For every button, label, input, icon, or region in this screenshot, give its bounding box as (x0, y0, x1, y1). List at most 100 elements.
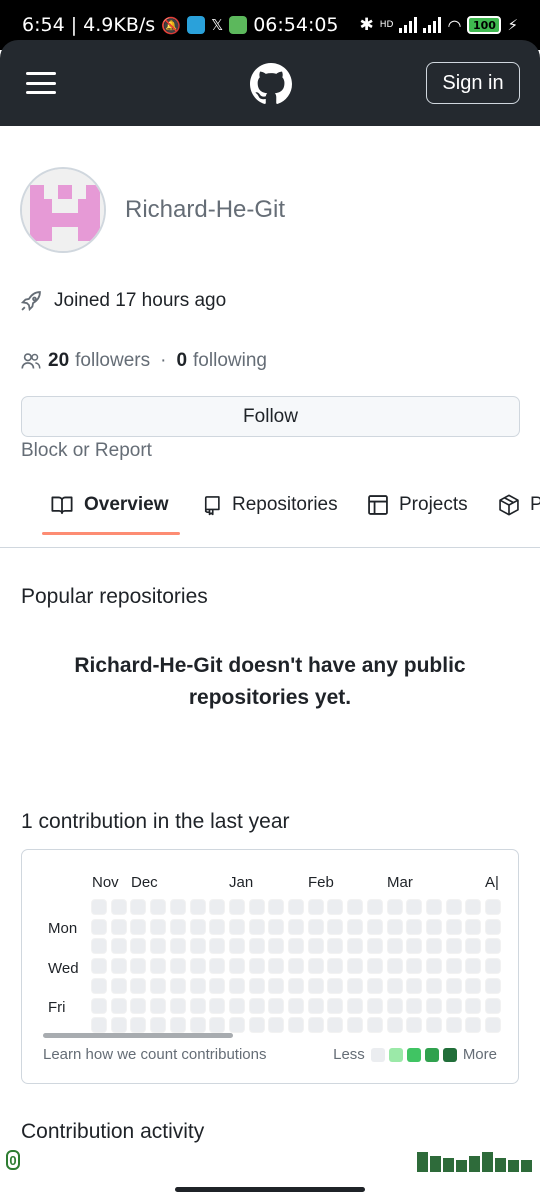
contribution-cell (288, 958, 304, 975)
following-count[interactable]: 0 (176, 350, 187, 372)
contribution-cell (445, 977, 462, 994)
contribution-cell (386, 997, 403, 1014)
contribution-cell (209, 938, 226, 955)
contribution-cell (110, 899, 127, 915)
tab-packages[interactable]: P (498, 494, 540, 516)
contribution-cell (485, 899, 501, 915)
status-clock: 06:54:05 (253, 14, 339, 36)
contribution-cell (248, 958, 265, 975)
contribution-cell (386, 918, 403, 935)
contribution-cell (425, 977, 442, 994)
contribution-cell (425, 918, 442, 935)
tab-overview-label: Overview (84, 494, 169, 515)
contribution-cell (228, 958, 245, 975)
contribution-cell (327, 918, 344, 935)
app-header: Sign in (0, 40, 540, 126)
sign-in-button[interactable]: Sign in (426, 62, 520, 104)
contribution-cell (327, 977, 344, 994)
contribution-cell (110, 918, 127, 935)
contribution-cell (91, 918, 107, 935)
contribution-cell (288, 899, 304, 915)
contribution-cell (327, 938, 344, 955)
contribution-cell (425, 1017, 442, 1034)
month-label: Jan (229, 874, 254, 891)
day-label: Mon (48, 920, 78, 937)
contribution-cell (386, 938, 403, 955)
contribution-cell (228, 918, 245, 935)
legend-swatch (370, 1047, 385, 1062)
followers-count[interactable]: 20 (48, 350, 69, 372)
home-indicator[interactable] (175, 1187, 365, 1192)
floating-bars-icon[interactable] (417, 1150, 532, 1172)
contribution-cell (209, 958, 226, 975)
contribution-cell (209, 899, 226, 915)
legend-swatch (406, 1047, 421, 1062)
status-right: ✱ HD ◠ 100 ⚡ (360, 15, 518, 35)
contribution-cell (485, 958, 501, 975)
contribution-cell (406, 918, 423, 935)
follow-button[interactable]: Follow (21, 396, 520, 437)
contribution-cell (406, 958, 423, 975)
contribution-cell (268, 958, 285, 975)
tab-projects-label: Projects (399, 494, 468, 515)
profile-tabs: Overview Repositories Projects P (0, 480, 540, 548)
contribution-cell (228, 997, 245, 1014)
contribution-cell (307, 918, 324, 935)
avatar[interactable] (20, 167, 106, 253)
contribution-cell (347, 977, 364, 994)
contribution-cell (169, 918, 186, 935)
contribution-cell (485, 997, 501, 1014)
legend-swatch (424, 1047, 439, 1062)
month-label: A| (485, 874, 499, 891)
contribution-cell (150, 918, 167, 935)
contribution-cell (406, 899, 423, 915)
contribution-cell (465, 1017, 482, 1034)
contribution-cell (347, 958, 364, 975)
day-label: Wed (48, 960, 79, 977)
contribution-cell (228, 977, 245, 994)
contribution-cell (189, 938, 206, 955)
tab-overview[interactable]: Overview (50, 494, 169, 516)
contribution-cell (307, 977, 324, 994)
learn-contributions-link[interactable]: Learn how we count contributions (43, 1046, 266, 1063)
contribution-cell (268, 997, 285, 1014)
followers-link[interactable]: followers (75, 350, 150, 372)
tab-repositories[interactable]: Repositories (202, 494, 338, 516)
contribution-cell (130, 899, 147, 915)
contribution-cell (130, 958, 147, 975)
contribution-cell (406, 997, 423, 1014)
popular-repos-title: Popular repositories (21, 585, 208, 608)
tab-projects[interactable]: Projects (367, 494, 468, 516)
block-report-link[interactable]: Block or Report (21, 440, 152, 462)
contribution-cell (445, 938, 462, 955)
horizontal-scrollbar[interactable] (43, 1033, 233, 1038)
following-link[interactable]: following (193, 350, 267, 372)
contribution-cell (366, 997, 383, 1014)
github-logo-icon[interactable] (250, 63, 292, 105)
contribution-cell (307, 938, 324, 955)
empty-repos-message: Richard-He-Git doesn't have any public r… (74, 654, 466, 709)
contribution-cell (228, 1017, 245, 1034)
contribution-cell (248, 977, 265, 994)
contribution-cell (406, 938, 423, 955)
contribution-cell (485, 938, 501, 955)
contribution-cell (248, 997, 265, 1014)
contribution-cell (288, 918, 304, 935)
contribution-cell (130, 938, 147, 955)
contribution-cell (366, 938, 383, 955)
joined-info: Joined 17 hours ago (20, 290, 226, 312)
contribution-cell (386, 899, 403, 915)
mute-icon: 🔕 (161, 15, 182, 35)
contribution-cell (288, 938, 304, 955)
contribution-cell (347, 1017, 364, 1034)
contribution-cell (150, 899, 167, 915)
contribution-cell (288, 977, 304, 994)
joined-text: Joined 17 hours ago (54, 290, 227, 311)
contribution-cell (485, 918, 501, 935)
contribution-cell (268, 938, 285, 955)
contribution-cell (248, 1017, 265, 1034)
contribution-cell (189, 958, 206, 975)
floating-badge[interactable]: 0 (6, 1150, 20, 1170)
download-icon (229, 16, 248, 34)
menu-icon[interactable] (26, 72, 56, 94)
